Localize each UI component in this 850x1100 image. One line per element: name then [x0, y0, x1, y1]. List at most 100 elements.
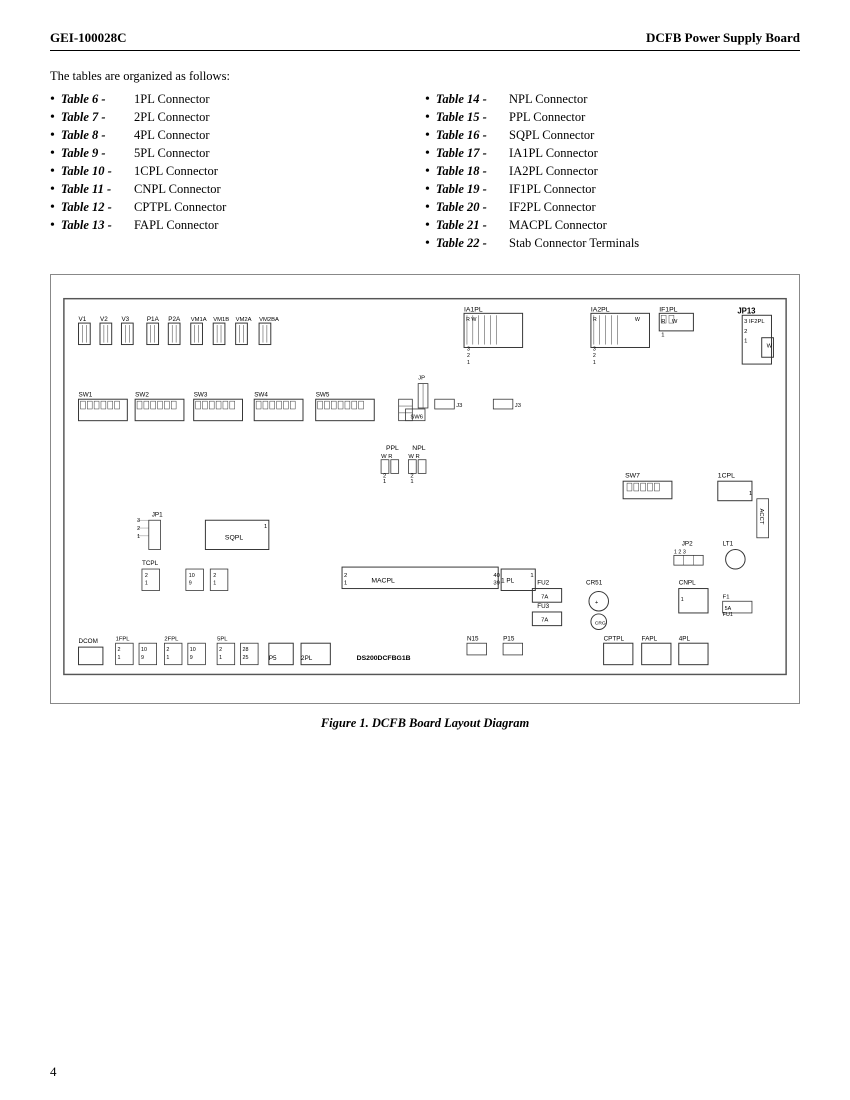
table-description: 4PL Connector [131, 128, 210, 143]
page: GEI-100028C DCFB Power Supply Board The … [0, 0, 850, 1100]
table-number: Table 20 - [436, 200, 506, 215]
svg-text:1: 1 [681, 597, 684, 603]
page-number: 4 [50, 1064, 57, 1080]
svg-text:JP1: JP1 [152, 511, 163, 518]
table-number: Table 16 - [436, 128, 506, 143]
svg-text:1: 1 [137, 534, 140, 540]
bullet-dot: • [425, 147, 430, 161]
list-item: • Table 6 - 1PL Connector [50, 92, 425, 107]
svg-text:1: 1 [383, 479, 386, 485]
svg-text:2PL: 2PL [301, 655, 313, 662]
table-number: Table 12 - [61, 200, 131, 215]
list-item: • Table 7 - 2PL Connector [50, 110, 425, 125]
svg-text:W: W [767, 343, 773, 349]
svg-text:2: 2 [744, 329, 747, 335]
table-list-right: • Table 14 - NPL Connector • Table 15 - … [425, 92, 800, 254]
svg-text:1: 1 [118, 655, 121, 661]
table-number: Table 22 - [436, 236, 506, 251]
svg-text:DCOM: DCOM [79, 638, 98, 645]
svg-text:1: 1 [749, 491, 752, 497]
table-description: SQPL Connector [506, 128, 594, 143]
svg-text:SQPL: SQPL [225, 535, 243, 542]
list-item: • Table 10 - 1CPL Connector [50, 164, 425, 179]
list-item: • Table 21 - MACPL Connector [425, 218, 800, 233]
svg-text:1: 1 [213, 581, 216, 587]
table-number: Table 7 - [61, 110, 131, 125]
table-number: Table 17 - [436, 146, 506, 161]
svg-text:2: 2 [593, 353, 596, 359]
svg-text:+: + [595, 600, 599, 606]
svg-text:1: 1 [264, 524, 267, 530]
list-item: • Table 9 - 5PL Connector [50, 146, 425, 161]
figure-caption: Figure 1. DCFB Board Layout Diagram [50, 716, 800, 731]
table-description: IF1PL Connector [506, 182, 596, 197]
table-number: Table 8 - [61, 128, 131, 143]
svg-text:2: 2 [344, 573, 347, 579]
svg-text:TCPL: TCPL [142, 560, 159, 567]
list-item: • Table 12 - CPTPL Connector [50, 200, 425, 215]
svg-text:J3: J3 [456, 403, 462, 409]
table-number: Table 21 - [436, 218, 506, 233]
svg-text:1: 1 [661, 333, 664, 339]
svg-text:FAPL: FAPL [642, 635, 658, 642]
svg-text:40: 40 [493, 573, 500, 579]
table-number: Table 6 - [61, 92, 131, 107]
bullet-dot: • [50, 129, 55, 143]
svg-text:P2A: P2A [168, 316, 181, 323]
svg-text:V2: V2 [100, 316, 108, 323]
table-description: FAPL Connector [131, 218, 219, 233]
svg-text:SW7: SW7 [625, 472, 640, 479]
board-diagram: JP13 3 IF2PL 2 1 W IF1PL R W 1 IA2PL R W [50, 274, 800, 704]
table-number: Table 14 - [436, 92, 506, 107]
svg-text:ACCT: ACCT [758, 509, 764, 525]
svg-text:CR51: CR51 [586, 580, 603, 587]
table-number: Table 10 - [61, 164, 131, 179]
svg-text:3: 3 [593, 346, 596, 352]
svg-text:CRG: CRG [595, 621, 606, 627]
table-description: 2PL Connector [131, 110, 210, 125]
svg-text:39: 39 [493, 581, 500, 587]
table-number: Table 13 - [61, 218, 131, 233]
table-number: Table 18 - [436, 164, 506, 179]
svg-text:9: 9 [141, 655, 144, 661]
svg-text:P15: P15 [503, 635, 515, 642]
svg-text:W R: W R [381, 454, 392, 460]
table-list: • Table 6 - 1PL Connector • Table 7 - 2P… [50, 92, 800, 254]
svg-text:W: W [635, 317, 641, 323]
list-item: • Table 19 - IF1PL Connector [425, 182, 800, 197]
svg-text:10: 10 [189, 573, 195, 579]
svg-text:1: 1 [219, 655, 222, 661]
list-item: • Table 17 - IA1PL Connector [425, 146, 800, 161]
svg-text:1: 1 [530, 573, 533, 579]
table-description: 5PL Connector [131, 146, 210, 161]
bullet-dot: • [50, 219, 55, 233]
doc-title: DCFB Power Supply Board [646, 30, 800, 46]
svg-text:2: 2 [118, 647, 121, 653]
svg-text:3 IF2PL: 3 IF2PL [744, 319, 765, 325]
list-item: • Table 11 - CNPL Connector [50, 182, 425, 197]
table-description: CNPL Connector [131, 182, 221, 197]
svg-text:SW2: SW2 [135, 391, 149, 398]
svg-text:4PL: 4PL [679, 635, 691, 642]
table-description: IA2PL Connector [506, 164, 598, 179]
svg-text:SW3: SW3 [194, 391, 208, 398]
svg-text:FU2: FU2 [537, 580, 549, 587]
svg-text:7A: 7A [541, 594, 548, 600]
svg-text:V3: V3 [121, 316, 129, 323]
svg-text:7A: 7A [541, 618, 548, 624]
svg-text:1: 1 [467, 360, 470, 366]
svg-text:1 2 3: 1 2 3 [674, 549, 686, 555]
svg-text:2: 2 [467, 353, 470, 359]
svg-text:VM1A: VM1A [191, 317, 207, 323]
svg-text:V1: V1 [79, 316, 87, 323]
svg-text:JP13: JP13 [737, 306, 756, 315]
svg-text:9: 9 [190, 655, 193, 661]
table-description: NPL Connector [506, 92, 587, 107]
svg-text:2: 2 [137, 526, 140, 532]
svg-text:SW1: SW1 [79, 391, 93, 398]
list-item: • Table 14 - NPL Connector [425, 92, 800, 107]
table-description: CPTPL Connector [131, 200, 226, 215]
svg-text:2: 2 [213, 573, 216, 579]
svg-text:1CPL: 1CPL [718, 472, 735, 479]
list-item: • Table 18 - IA2PL Connector [425, 164, 800, 179]
